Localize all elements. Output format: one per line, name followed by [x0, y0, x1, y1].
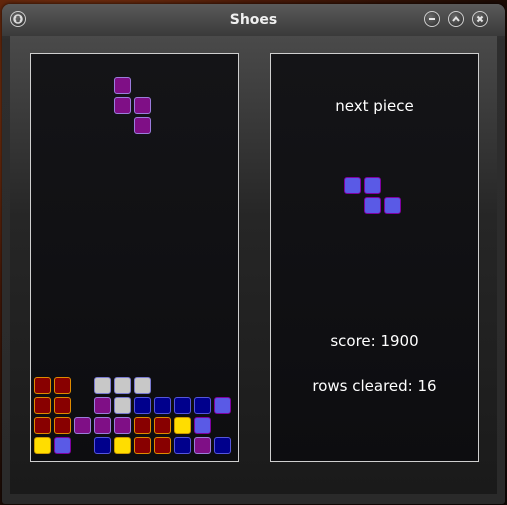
- stack-block: [94, 377, 111, 394]
- stack-block: [174, 417, 191, 434]
- stack-block: [214, 397, 231, 414]
- stack-block: [154, 397, 171, 414]
- score-text: score: 1900: [330, 332, 419, 350]
- stack-block: [174, 397, 191, 414]
- stack-block: [114, 437, 131, 454]
- next-piece-label: next piece: [335, 97, 414, 115]
- info-panel: next piece score: 1900 rows cleared: 16: [270, 53, 479, 462]
- close-icon[interactable]: [472, 11, 488, 27]
- stack-block: [54, 377, 71, 394]
- next-piece-preview: [344, 177, 404, 217]
- maximize-icon[interactable]: [448, 11, 464, 27]
- falling-piece-block: [134, 97, 151, 114]
- falling-piece-block: [134, 117, 151, 134]
- next-piece-block: [344, 177, 361, 194]
- next-piece-block: [364, 197, 381, 214]
- stack-block: [154, 417, 171, 434]
- stack-block: [34, 437, 51, 454]
- minimize-icon[interactable]: [424, 11, 440, 27]
- stack-block: [134, 417, 151, 434]
- window-content: next piece score: 1900 rows cleared: 16: [10, 36, 497, 494]
- stack-block: [74, 417, 91, 434]
- stack-block: [194, 437, 211, 454]
- stack-block: [94, 397, 111, 414]
- stack-block: [34, 397, 51, 414]
- stack-block: [174, 437, 191, 454]
- stack-block: [194, 397, 211, 414]
- game-board[interactable]: [30, 53, 239, 462]
- stack-block: [114, 377, 131, 394]
- stack-block: [94, 417, 111, 434]
- app-window: Shoes next piece score: 1900 rows cleare…: [2, 4, 505, 504]
- stack-block: [114, 397, 131, 414]
- stack-block: [134, 397, 151, 414]
- stack-block: [194, 417, 211, 434]
- rows-cleared-text: rows cleared: 16: [312, 377, 437, 395]
- title-bar[interactable]: Shoes: [2, 4, 505, 36]
- stack-block: [214, 437, 231, 454]
- stack-block: [154, 437, 171, 454]
- stack-block: [54, 437, 71, 454]
- stack-block: [34, 377, 51, 394]
- stack-block: [54, 417, 71, 434]
- next-piece-block: [364, 177, 381, 194]
- falling-piece-block: [114, 77, 131, 94]
- stack-block: [134, 377, 151, 394]
- stack-block: [34, 417, 51, 434]
- stack-block: [134, 437, 151, 454]
- stack-block: [94, 437, 111, 454]
- stack-block: [54, 397, 71, 414]
- falling-piece-block: [114, 97, 131, 114]
- stack-block: [114, 417, 131, 434]
- next-piece-block: [384, 197, 401, 214]
